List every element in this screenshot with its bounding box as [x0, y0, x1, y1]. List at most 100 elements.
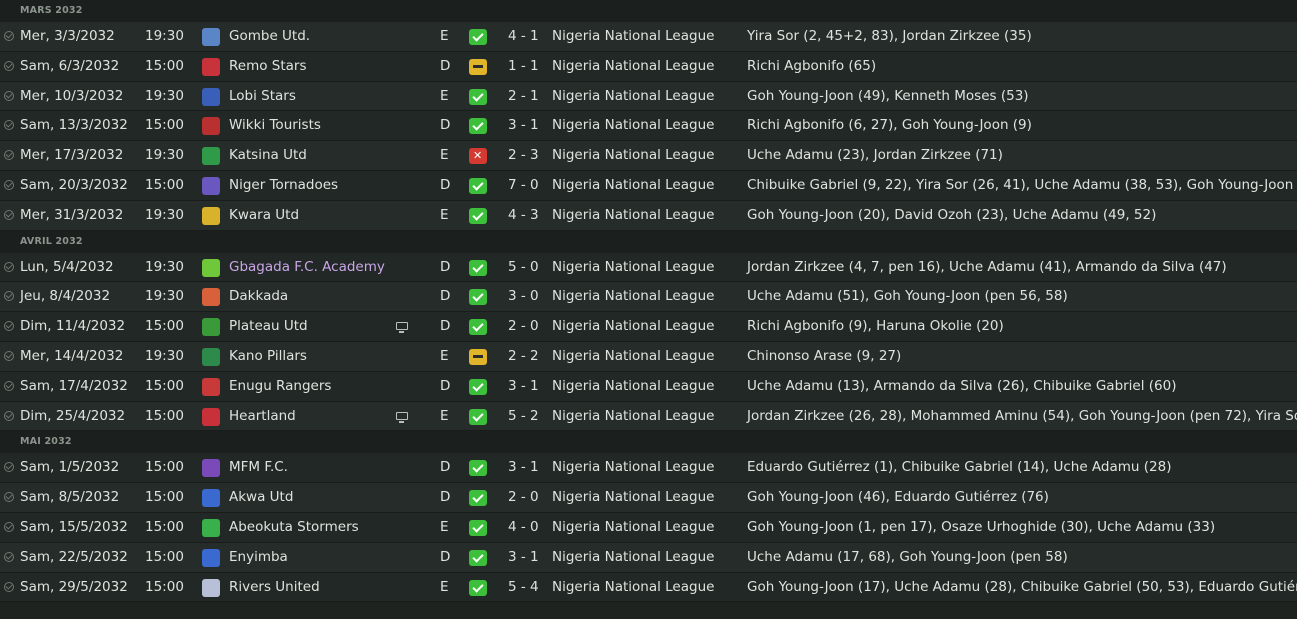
result-badge-icon — [469, 177, 487, 194]
fixture-row[interactable]: Sam, 6/3/2032 15:00 Remo Stars D 1 - 1 Nigeri… — [0, 51, 1297, 82]
fixture-row[interactable]: Mer, 14/4/2032 19:30 Kano Pillars E 2 - 2 Nig… — [0, 341, 1297, 372]
opponent-team-link[interactable]: Abeokuta Stormers — [229, 513, 359, 542]
fixture-row[interactable]: Mer, 17/3/2032 19:30 Katsina Utd E 2 - 3 Nige… — [0, 141, 1297, 171]
fixture-row[interactable]: Mer, 10/3/2032 19:30 Lobi Stars E 2 - 1 Niger… — [0, 81, 1297, 112]
match-score[interactable]: 4 - 1 — [508, 22, 539, 51]
opponent-team-link[interactable]: Enyimba — [229, 543, 288, 572]
match-score[interactable]: 2 - 3 — [508, 141, 539, 170]
competition-link[interactable]: Nigeria National League — [552, 52, 714, 81]
opponent-team-link[interactable]: Kwara Utd — [229, 201, 299, 230]
competition-link[interactable]: Nigeria National League — [552, 453, 714, 482]
match-score[interactable]: 5 - 4 — [508, 573, 539, 602]
team-crest-icon[interactable] — [202, 377, 220, 396]
team-crest-icon[interactable] — [202, 318, 220, 337]
fixture-row[interactable]: Sam, 20/3/2032 15:00 Niger Tornadoes D 7 - 0… — [0, 170, 1297, 201]
fixture-row[interactable]: Sam, 13/3/2032 15:00 Wikki Tourists D 3 - 1 N… — [0, 111, 1297, 142]
opponent-team-link[interactable]: Akwa Utd — [229, 483, 293, 512]
opponent-team-link[interactable]: Gombe Utd. — [229, 22, 310, 51]
competition-link[interactable]: Nigeria National League — [552, 312, 714, 341]
match-time: 19:30 — [145, 87, 184, 104]
team-crest-icon[interactable] — [202, 288, 220, 307]
team-crest-icon[interactable] — [202, 28, 220, 46]
competition-link[interactable]: Nigeria National League — [552, 253, 714, 282]
team-crest-icon[interactable] — [202, 57, 220, 76]
match-score[interactable]: 2 - 1 — [508, 82, 539, 111]
opponent-team-link[interactable]: Rivers United — [229, 573, 320, 602]
team-crest-icon[interactable] — [202, 407, 220, 426]
competition-link[interactable]: Nigeria National League — [552, 342, 714, 371]
fixture-row[interactable]: Lun, 5/4/2032 19:30 Gbagada F.C. Academy D 5… — [0, 252, 1297, 283]
match-score[interactable]: 3 - 1 — [508, 111, 539, 140]
competition-link[interactable]: Nigeria National League — [552, 513, 714, 542]
competition-link[interactable]: Nigeria National League — [552, 282, 714, 311]
fixture-row[interactable]: Dim, 25/4/2032 15:00 Heartland E 5 - 2 Nigeri… — [0, 401, 1297, 432]
team-crest-icon[interactable] — [202, 548, 220, 567]
fixture-row[interactable]: Sam, 22/5/2032 15:00 Enyimba D 3 - 1 Nigeria … — [0, 542, 1297, 573]
match-score[interactable]: 5 - 0 — [508, 253, 539, 282]
team-crest-icon[interactable] — [202, 258, 220, 277]
fixture-row[interactable]: Sam, 8/5/2032 15:00 Akwa Utd D 2 - 0 Nigeria … — [0, 483, 1297, 513]
team-crest-icon[interactable] — [202, 206, 220, 225]
competition-link[interactable]: Nigeria National League — [552, 573, 714, 602]
match-score[interactable]: 2 - 0 — [508, 312, 539, 341]
competition-link[interactable]: Nigeria National League — [552, 402, 714, 431]
opponent-team-link[interactable]: Katsina Utd — [229, 141, 307, 170]
match-score[interactable]: 3 - 1 — [508, 543, 539, 572]
opponent-team-link[interactable]: Niger Tornadoes — [229, 171, 338, 200]
match-score[interactable]: 1 - 1 — [508, 52, 539, 81]
match-time: 15:00 — [145, 459, 184, 476]
fixture-row[interactable]: Sam, 15/5/2032 15:00 Abeokuta Stormers E 4 -… — [0, 512, 1297, 543]
match-score[interactable]: 2 - 0 — [508, 483, 539, 512]
opponent-team-link[interactable]: Wikki Tourists — [229, 111, 321, 140]
team-crest-icon[interactable] — [202, 87, 220, 106]
match-score[interactable]: 3 - 1 — [508, 372, 539, 401]
competition-link[interactable]: Nigeria National League — [552, 372, 714, 401]
opponent-team-link[interactable]: Dakkada — [229, 282, 288, 311]
result-badge-icon — [469, 207, 487, 224]
check-circle-icon — [4, 551, 14, 562]
team-crest-icon[interactable] — [202, 518, 220, 537]
competition-link[interactable]: Nigeria National League — [552, 141, 714, 170]
fixture-row[interactable]: Mer, 3/3/2032 19:30 Gombe Utd. E 4 - 1 Nigeri… — [0, 22, 1297, 52]
match-score[interactable]: 3 - 1 — [508, 453, 539, 482]
match-time: 15:00 — [145, 578, 184, 595]
competition-link[interactable]: Nigeria National League — [552, 22, 714, 51]
opponent-team-link[interactable]: MFM F.C. — [229, 453, 288, 482]
team-crest-icon[interactable] — [202, 117, 220, 136]
match-score[interactable]: 4 - 0 — [508, 513, 539, 542]
match-score[interactable]: 2 - 2 — [508, 342, 539, 371]
fixture-row[interactable]: Sam, 17/4/2032 15:00 Enugu Rangers D 3 - 1 Ni… — [0, 371, 1297, 402]
competition-link[interactable]: Nigeria National League — [552, 483, 714, 512]
team-crest-icon[interactable] — [202, 347, 220, 366]
competition-link[interactable]: Nigeria National League — [552, 82, 714, 111]
opponent-team-link[interactable]: Plateau Utd — [229, 312, 308, 341]
match-time: 15:00 — [145, 518, 184, 535]
fixture-row[interactable]: Sam, 1/5/2032 15:00 MFM F.C. D 3 - 1 Nigeria … — [0, 453, 1297, 484]
opponent-team-link[interactable]: Kano Pillars — [229, 342, 307, 371]
opponent-team-link[interactable]: Lobi Stars — [229, 82, 296, 111]
match-score[interactable]: 4 - 3 — [508, 201, 539, 230]
fixture-row[interactable]: Sam, 29/5/2032 15:00 Rivers United E 5 - 4 Ni… — [0, 572, 1297, 603]
competition-link[interactable]: Nigeria National League — [552, 201, 714, 230]
fixture-row[interactable]: Dim, 11/4/2032 15:00 Plateau Utd D 2 - 0 Nige… — [0, 312, 1297, 342]
result-badge-icon — [469, 378, 487, 395]
competition-link[interactable]: Nigeria National League — [552, 543, 714, 572]
team-crest-icon[interactable] — [202, 489, 220, 508]
opponent-team-link[interactable]: Gbagada F.C. Academy — [229, 253, 385, 282]
fixture-row[interactable]: Mer, 31/3/2032 19:30 Kwara Utd E 4 - 3 Nigeri… — [0, 200, 1297, 231]
fixture-row[interactable]: Jeu, 8/4/2032 19:30 Dakkada D 3 - 0 Nigeria N… — [0, 282, 1297, 313]
competition-link[interactable]: Nigeria National League — [552, 171, 714, 200]
goal-scorers: Chibuike Gabriel (9, 22), Yira Sor (26, … — [747, 176, 1297, 193]
match-score[interactable]: 7 - 0 — [508, 171, 539, 200]
opponent-team-link[interactable]: Remo Stars — [229, 52, 307, 81]
team-crest-icon[interactable] — [202, 147, 220, 166]
team-crest-icon[interactable] — [202, 459, 220, 478]
team-crest-icon[interactable] — [202, 176, 220, 195]
opponent-team-link[interactable]: Heartland — [229, 402, 296, 431]
competition-link[interactable]: Nigeria National League — [552, 111, 714, 140]
match-score[interactable]: 5 - 2 — [508, 402, 539, 431]
opponent-team-link[interactable]: Enugu Rangers — [229, 372, 331, 401]
team-crest-icon[interactable] — [202, 578, 220, 597]
match-score[interactable]: 3 - 0 — [508, 282, 539, 311]
match-date: Jeu, 8/4/2032 — [20, 288, 111, 305]
